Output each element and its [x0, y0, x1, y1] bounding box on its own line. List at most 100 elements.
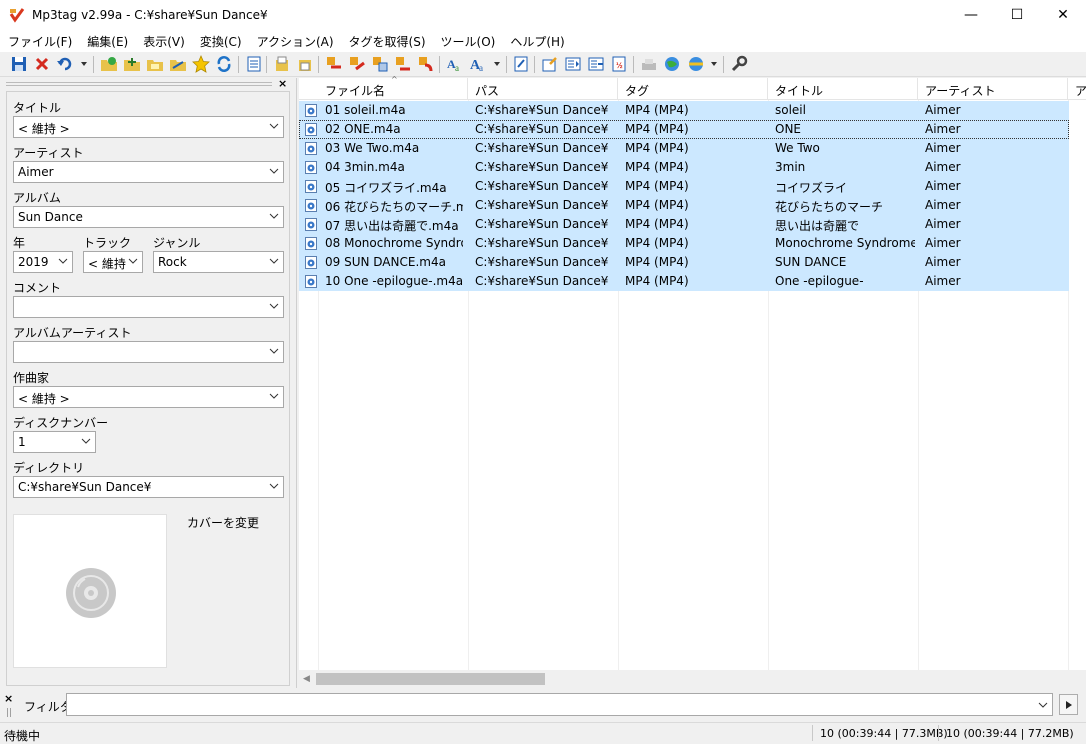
file-row[interactable]: 02 ONE.m4a C:¥share¥Sun Dance¥ MP4 (MP4) ON… [299, 120, 1069, 139]
mp3tag-window: Mp3tag v2.99a - C:¥share¥Sun Dance¥ — ☐ … [0, 0, 1086, 743]
menu-tools[interactable]: ツール(O) [433, 30, 503, 52]
cell-path: C:¥share¥Sun Dance¥ [475, 255, 609, 269]
artist-field[interactable]: Aimer [13, 161, 284, 183]
change-directory-icon[interactable] [100, 55, 118, 73]
web-sources-dropdown-arrow[interactable] [711, 62, 717, 66]
window-title: Mp3tag v2.99a - C:¥share¥Sun Dance¥ [32, 8, 268, 22]
cover-art-box[interactable] [13, 514, 167, 668]
favorite-directory-icon[interactable] [146, 55, 164, 73]
copy-tag-icon[interactable] [273, 55, 291, 73]
save-playlist-icon[interactable] [169, 55, 187, 73]
panel-grip[interactable] [6, 82, 272, 86]
menu-tag-sources[interactable]: タグを取得(S) [341, 30, 433, 52]
undo-dropdown-arrow[interactable] [81, 62, 87, 66]
menu-file[interactable]: ファイル(F) [0, 30, 79, 52]
play-arrow-icon [1066, 701, 1072, 709]
menu-view[interactable]: 表示(V) [135, 30, 192, 52]
scroll-left-arrow-icon[interactable]: ◀ [303, 674, 310, 684]
options-icon[interactable] [730, 55, 748, 73]
star-icon[interactable] [192, 55, 210, 73]
close-button[interactable]: ✕ [1040, 0, 1086, 30]
extended-tags-icon[interactable] [245, 55, 263, 73]
year-label: 年 [13, 236, 26, 250]
filter-grip[interactable]: || [6, 708, 12, 718]
menu-help[interactable]: ヘルプ(H) [502, 30, 571, 52]
toolbar-separator [318, 56, 319, 73]
file-row[interactable]: 08 Monochrome Syndro... C:¥share¥Sun Danc… [299, 234, 1069, 253]
panel-close-button[interactable]: × [278, 77, 287, 90]
scrollbar-thumb[interactable] [316, 673, 545, 685]
file-row[interactable]: 07 思い出は奇麗で.m4a C:¥share¥Sun Dance¥ MP4 (MP… [299, 215, 1069, 234]
case-conversion-icon[interactable]: Aa [446, 55, 464, 73]
tag-to-tag-icon[interactable] [417, 55, 435, 73]
title-value: < 維持 > [18, 122, 70, 136]
text-format-icon[interactable]: Aa [469, 55, 487, 73]
cell-path: C:¥share¥Sun Dance¥ [475, 103, 609, 117]
toolbar-separator [633, 56, 634, 73]
playlist-icon[interactable] [564, 55, 582, 73]
filter-input[interactable] [66, 693, 1053, 716]
file-row[interactable]: 10 One -epilogue-.m4a C:¥share¥Sun Dance¥… [299, 272, 1069, 291]
album-artist-label: アルバムアーティスト [13, 326, 132, 340]
file-row[interactable]: 01 soleil.m4a C:¥share¥Sun Dance¥ MP4 (MP4… [299, 101, 1069, 120]
column-path[interactable]: パス [468, 78, 618, 100]
refresh-icon[interactable] [215, 55, 233, 73]
export-icon[interactable] [541, 55, 559, 73]
add-directory-icon[interactable] [123, 55, 141, 73]
column-album[interactable]: ア [1068, 78, 1086, 100]
file-row[interactable]: 09 SUN DANCE.m4a C:¥share¥Sun Dance¥ MP4 (… [299, 253, 1069, 272]
year-field[interactable]: 2019 [13, 251, 73, 273]
title-field[interactable]: < 維持 > [13, 116, 284, 138]
web-sources-icon[interactable] [687, 55, 705, 73]
genre-field[interactable]: Rock [153, 251, 284, 273]
comment-field[interactable] [13, 296, 284, 318]
text-file-to-tag-icon[interactable] [394, 55, 412, 73]
web-globe-icon[interactable] [663, 55, 681, 73]
horizontal-scrollbar[interactable]: ◀ [299, 670, 1086, 688]
composer-field[interactable]: < 維持 > [13, 386, 284, 408]
filter-apply-button[interactable] [1059, 694, 1078, 715]
disc-number-field[interactable]: 1 [13, 431, 96, 453]
undo-icon[interactable] [56, 55, 74, 73]
tag-to-filename-icon[interactable] [325, 55, 343, 73]
directory-field[interactable]: C:¥share¥Sun Dance¥ [13, 476, 284, 498]
file-row[interactable]: 04 3min.m4a C:¥share¥Sun Dance¥ MP4 (MP4) 3… [299, 158, 1069, 177]
musicbrainz-icon[interactable]: ½ [610, 55, 628, 73]
menu-edit[interactable]: 編集(E) [79, 30, 135, 52]
minimize-button[interactable]: — [948, 0, 994, 30]
maximize-button[interactable]: ☐ [994, 0, 1040, 30]
mp3tag-app-icon [9, 8, 25, 23]
track-field[interactable]: < 維持 [83, 251, 143, 273]
column-artist[interactable]: アーティスト [918, 78, 1068, 100]
album-artist-field[interactable] [13, 341, 284, 363]
save-icon[interactable] [10, 55, 28, 73]
paste-tag-icon[interactable] [296, 55, 314, 73]
filename-to-filename-icon[interactable] [371, 55, 389, 73]
file-row[interactable]: 03 We Two.m4a C:¥share¥Sun Dance¥ MP4 (MP4… [299, 139, 1069, 158]
chevron-down-icon [269, 213, 279, 219]
cell-artist: Aimer [925, 103, 961, 117]
album-field[interactable]: Sun Dance [13, 206, 284, 228]
menu-actions[interactable]: アクション(A) [249, 30, 341, 52]
column-tag[interactable]: タグ [618, 78, 768, 100]
cell-title: soleil [775, 103, 806, 117]
cell-path: C:¥share¥Sun Dance¥ [475, 217, 609, 231]
remove-tag-icon[interactable] [33, 55, 51, 73]
autonumber-icon[interactable] [512, 55, 530, 73]
cell-tag: MP4 (MP4) [625, 141, 689, 155]
column-album-label: ア [1075, 84, 1086, 98]
column-title[interactable]: タイトル [768, 78, 918, 100]
filter-close-button[interactable]: × [4, 692, 13, 705]
cell-artist: Aimer [925, 217, 961, 231]
file-row[interactable]: 06 花びらたちのマーチ.m4a C:¥share¥Sun Dance¥ MP4 (… [299, 196, 1069, 215]
toolbar-separator [534, 56, 535, 73]
file-row[interactable]: 05 コイワズライ.m4a C:¥share¥Sun Dance¥ MP4 (MP4… [299, 177, 1069, 196]
web-source-icon[interactable] [587, 55, 605, 73]
filename-to-tag-icon[interactable] [348, 55, 366, 73]
change-cover-link[interactable]: カバーを変更 [187, 514, 259, 531]
cell-artist: Aimer [925, 179, 961, 193]
freedb-icon[interactable] [640, 55, 658, 73]
text-format-dropdown-arrow[interactable] [494, 62, 500, 66]
menu-convert[interactable]: 変換(C) [192, 30, 249, 52]
chevron-down-icon[interactable] [1038, 700, 1048, 710]
